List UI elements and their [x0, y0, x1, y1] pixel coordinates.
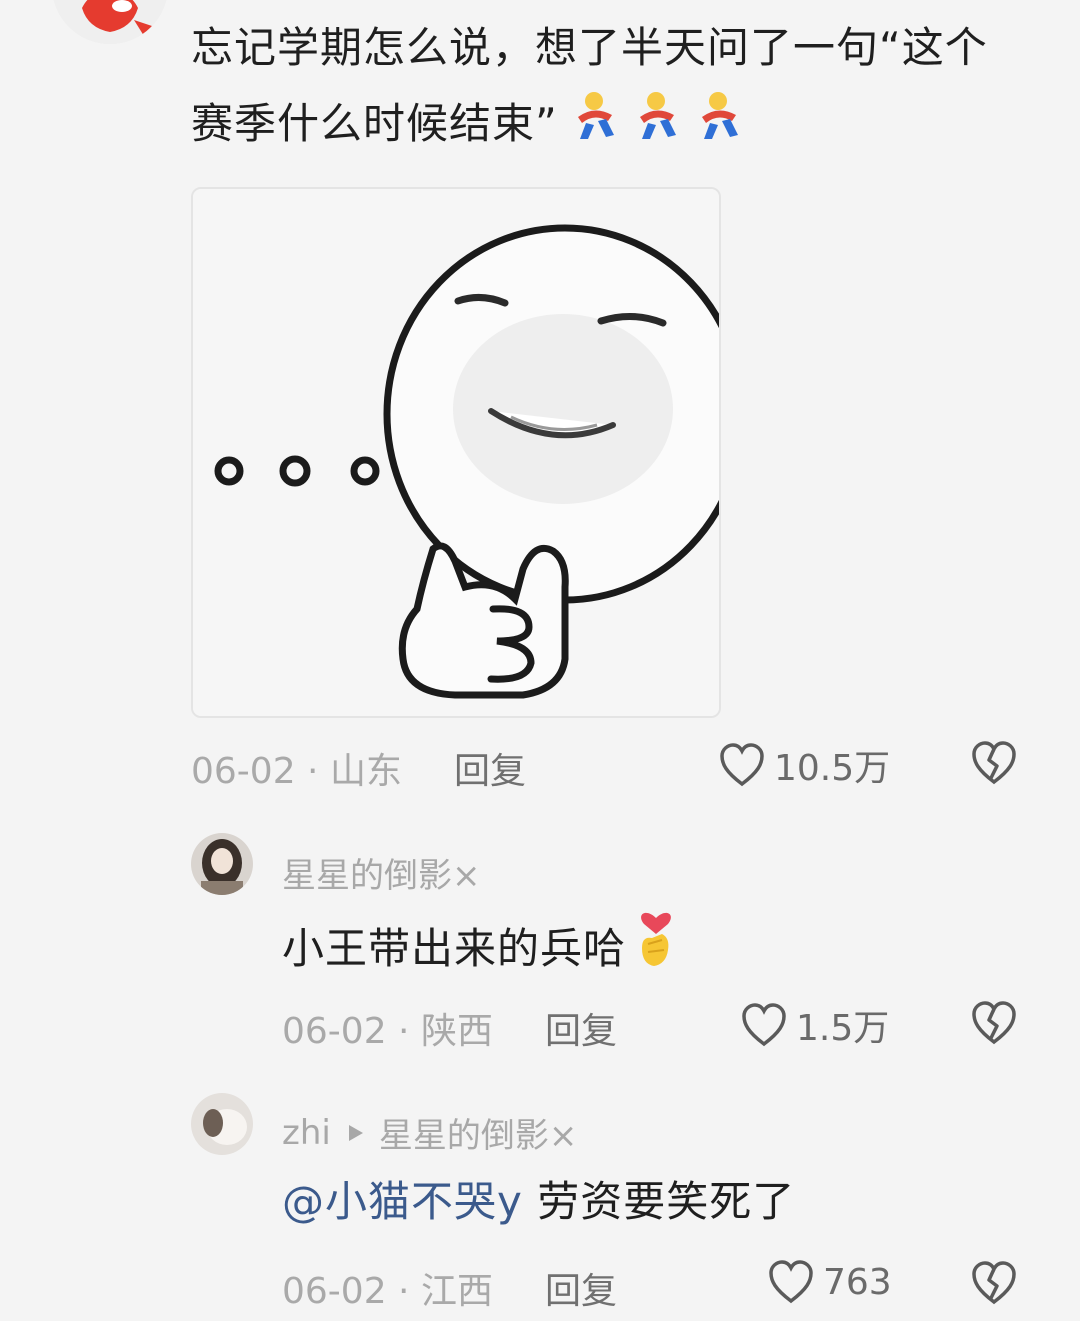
comment-2-like-button[interactable]: 1.5万 [740, 999, 889, 1051]
finger-heart-emoji-icon [632, 904, 680, 994]
comment-3-meta: 06-02 · 江西 [282, 1262, 493, 1314]
comment-1-reply-button[interactable]: 回复 [454, 742, 526, 794]
comment-3-like-count: 763 [823, 1261, 892, 1303]
comment-3-header: zhi 星星的倒影× [282, 1108, 577, 1157]
comment-3-date: 06-02 [282, 1271, 387, 1312]
comment-2-username[interactable]: 星星的倒影× [282, 848, 481, 897]
dislike-broken-heart-icon [972, 1261, 1016, 1305]
avatar-xingxing[interactable] [191, 833, 253, 895]
comment-1-location: 山东 [329, 751, 402, 792]
comment-2-dislike-button[interactable] [970, 1000, 1018, 1050]
comment-1-line2-row: 赛季什么时候结束” [191, 86, 1051, 167]
thinking-face-meme-icon [193, 189, 719, 716]
comment-2-meta: 06-02 · 陕西 [282, 1002, 493, 1054]
comment-3-reply-to[interactable]: 星星的倒影× [379, 1108, 578, 1157]
dislike-broken-heart-icon [972, 741, 1016, 785]
comment-3-text: 劳资要笑死了 [522, 1177, 796, 1226]
comment-1-date: 06-02 [191, 751, 296, 792]
comment-1-meta: 06-02 · 山东 [191, 742, 402, 794]
comment-2-text: 小王带出来的兵哈 [282, 924, 627, 973]
comment-1-like-count: 10.5万 [774, 748, 891, 789]
comment-3-like-button[interactable]: 763 [767, 1259, 892, 1305]
avatar-top-commenter[interactable] [52, 0, 168, 44]
comment-2-date: 06-02 [282, 1011, 387, 1052]
meta-separator: · [295, 751, 330, 792]
comment-3-reply-button[interactable]: 回复 [545, 1262, 617, 1314]
comment-1-like-button[interactable]: 10.5万 [718, 739, 890, 791]
dislike-broken-heart-icon [972, 1001, 1016, 1045]
comment-3-mention-link[interactable]: @小猫不哭y [282, 1177, 523, 1226]
like-heart-icon [742, 1003, 786, 1047]
comment-2-like-count: 1.5万 [796, 1008, 890, 1049]
comment-2-location: 陕西 [420, 1011, 493, 1052]
comment-2-reply-button[interactable]: 回复 [545, 1002, 617, 1054]
play-arrow-icon [348, 1124, 363, 1141]
comment-1-dislike-button[interactable] [970, 740, 1018, 790]
comment-1-line1: 忘记学期怎么说，想了半天问了一句“这个 [191, 23, 988, 72]
comment-3-username[interactable]: zhi [282, 1113, 331, 1153]
comment-1-meme-image[interactable] [191, 187, 721, 718]
like-heart-icon [769, 1260, 813, 1304]
avatar-zhi[interactable] [191, 1093, 253, 1155]
comment-3-location: 江西 [420, 1271, 493, 1312]
comment-2-text-row: 小王带出来的兵哈 [282, 904, 680, 994]
meta-separator: · [386, 1271, 421, 1312]
comment-3-text-row: @小猫不哭y 劳资要笑死了 [282, 1164, 795, 1240]
comment-1-line2: 赛季什么时候结束” [191, 99, 558, 148]
meta-separator: · [386, 1011, 421, 1052]
comment-3-dislike-button[interactable] [970, 1260, 1018, 1310]
kneeling-emoji-icon [572, 87, 758, 167]
comment-1-text: 忘记学期怎么说，想了半天问了一句“这个 赛季什么时候结束” [191, 10, 1051, 167]
like-heart-icon [720, 743, 764, 787]
